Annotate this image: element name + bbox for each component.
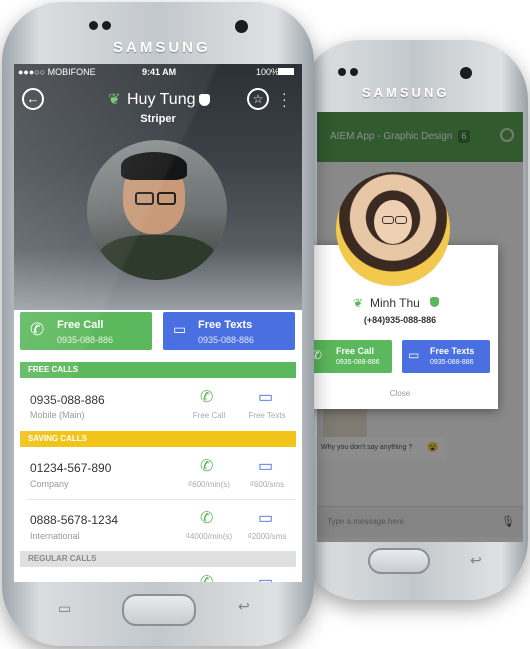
dialog-phone: (+84)935-088-886 <box>363 315 437 325</box>
dialog-free-texts-number: 0935-088-886 <box>430 359 474 366</box>
back-phone-sensor <box>350 68 358 76</box>
back-phone-home-button[interactable] <box>368 548 430 574</box>
call-caption: ₫600/min(s) <box>188 480 230 489</box>
row-number: 01234-567-890 <box>30 461 112 475</box>
front-phone-sensor <box>89 21 98 30</box>
dialog-free-texts-label: Free Texts <box>430 346 475 356</box>
row-type: International <box>30 531 80 541</box>
row-type: Company <box>30 479 69 489</box>
call-icon[interactable]: ✆ <box>200 508 213 528</box>
back-key-icon[interactable]: ↩ <box>238 598 250 615</box>
battery-text: 100% <box>256 67 280 77</box>
recent-apps-icon[interactable]: ▭ <box>58 600 71 617</box>
front-phone-sensor <box>102 21 111 30</box>
profile-name: Huy Tung <box>127 91 196 108</box>
dialog-free-texts-button[interactable]: ▭ Free Texts 0935-088-886 <box>402 340 490 373</box>
front-phone-screen: ●●●○○ MOBIFONE 9:41 AM 100% ← ❦ Huy Tung… <box>14 64 302 582</box>
message-icon: ▭ <box>173 321 187 337</box>
free-call-label: Free Call <box>57 319 104 331</box>
back-arrow-icon[interactable]: ← <box>22 88 44 110</box>
free-call-number: 0935-088-886 <box>57 335 114 345</box>
profile-avatar <box>87 140 227 280</box>
message-icon: ▭ <box>408 348 420 362</box>
section-saving-calls: SAVING CALLS <box>20 431 296 447</box>
front-phone-brand: SAMSUNG <box>113 39 211 56</box>
call-icon[interactable]: ✆ <box>200 387 213 407</box>
sms-icon[interactable]: ▭ <box>258 508 273 528</box>
leaf-icon: ❦ <box>353 296 364 310</box>
call-icon[interactable]: ✆ <box>200 456 213 476</box>
back-phone-brand: SAMSUNG <box>362 85 450 100</box>
dialog-free-call-number: 0935-088-886 <box>336 359 380 366</box>
call-caption: ₫4000/min(s) <box>185 532 233 541</box>
clock-text: 9:41 AM <box>142 67 177 77</box>
sms-icon[interactable]: ▭ <box>258 572 273 582</box>
back-key-icon[interactable]: ↩ <box>470 552 482 569</box>
section-regular-calls: REGULAR CALLS <box>20 551 296 567</box>
sms-icon[interactable]: ▭ <box>258 456 273 476</box>
call-icon[interactable]: ✆ <box>200 572 213 582</box>
call-caption: Free Call <box>192 411 226 420</box>
back-phone-camera <box>460 67 472 79</box>
free-texts-number: 0935-088-886 <box>198 335 255 345</box>
phone-icon: ✆ <box>30 320 45 339</box>
sms-caption: ₫2000/sms <box>247 532 287 541</box>
contact-avatar-minh-thu <box>336 172 450 286</box>
sms-caption: ₫600/sms <box>249 480 285 489</box>
favorite-star-icon[interactable]: ☆ <box>247 88 269 110</box>
dialog-free-call-button[interactable]: ✆ Free Call 0935-088-886 <box>306 340 392 373</box>
carrier-text: ●●●○○ MOBIFONE <box>18 67 96 77</box>
section-free-calls: FREE CALLS <box>20 362 296 378</box>
profile-role: Striper <box>140 113 176 125</box>
back-phone-sensor <box>338 68 346 76</box>
sms-caption: Free Texts <box>248 411 286 420</box>
dialog-contact-name: Minh Thu <box>370 296 420 310</box>
sms-icon[interactable]: ▭ <box>258 387 273 407</box>
row-type: Mobile (Main) <box>30 410 85 420</box>
free-texts-button[interactable]: ▭ Free Texts 0935-088-886 <box>163 312 295 350</box>
front-phone-camera <box>235 20 248 33</box>
battery-icon <box>278 68 294 75</box>
leaf-icon: ❦ <box>108 91 121 108</box>
row-number: 0935-088-886 <box>30 393 105 407</box>
verified-icon <box>199 94 210 106</box>
status-bar: ●●●○○ MOBIFONE 9:41 AM 100% <box>14 64 302 80</box>
dialog-close-button[interactable]: Close <box>302 389 498 398</box>
front-phone-home-button[interactable] <box>122 594 196 626</box>
row-divider <box>28 499 296 500</box>
free-texts-label: Free Texts <box>198 319 253 331</box>
dialog-free-call-label: Free Call <box>336 346 375 356</box>
verified-icon <box>430 297 439 307</box>
row-number: 0888-5678-1234 <box>30 513 119 527</box>
more-options-icon[interactable]: · · · <box>282 86 287 112</box>
free-call-button[interactable]: ✆ Free Call 0935-088-886 <box>20 312 152 350</box>
